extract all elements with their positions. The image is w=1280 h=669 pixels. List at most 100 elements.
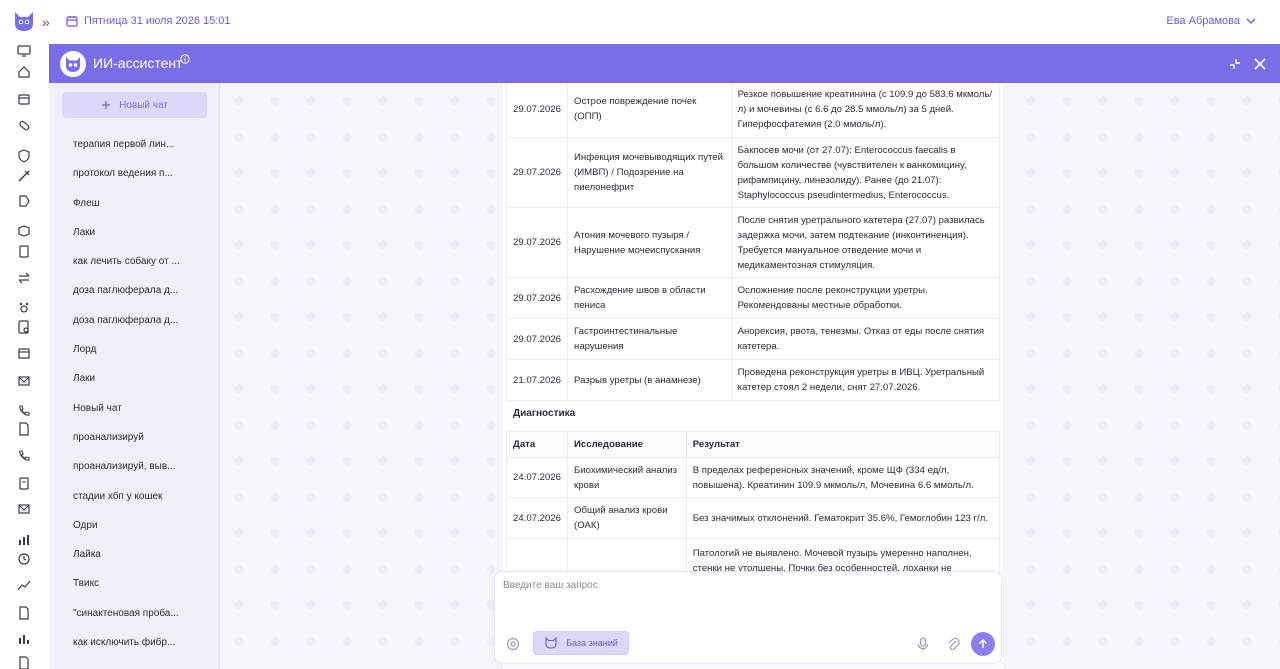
current-date: Пятница 31 июля 2026 15:01 [66,15,231,27]
prompt-input[interactable]: Введите ваш запрос [503,580,598,591]
checklist-icon[interactable] [17,476,31,490]
clipboard-icon[interactable] [17,244,31,258]
page-icon[interactable] [17,656,31,669]
knowledge-base-button[interactable]: База знаний [533,631,629,655]
calendar-icon [66,16,78,27]
chat-item[interactable]: проанализируй [49,423,220,452]
table-row: 29.07.2026 Острое повреждение почек (ОПП… [505,83,1001,138]
diag-study: Общий анализ крови (ОАК) [567,497,687,539]
chat-item[interactable]: Лайка [49,540,220,569]
clock-icon[interactable] [17,552,31,566]
cat-icon [545,637,557,649]
chevron-down-icon [1246,18,1256,24]
problem-desc: Бакпосев мочи (от 27.07): Enterococcus f… [730,137,1001,208]
diag-result: В пределах референсных значений, кроме Щ… [685,457,1001,498]
transfer-icon[interactable] [17,271,31,285]
shield-icon[interactable] [17,149,31,163]
tag-icon[interactable] [17,194,31,208]
table-row: 21.07.2026 Разрыв уретры (в анамнезе) Пр… [505,359,1001,401]
box-icon[interactable] [17,224,31,238]
problem-desc: Осложнение после реконструкции уретры. Р… [730,277,1001,319]
chat-item[interactable]: как исключить фибр... [49,628,220,657]
chat-item[interactable]: Лаки [49,218,220,247]
home-icon[interactable] [17,65,31,79]
chat-item[interactable]: Новый чат [49,394,220,423]
chat-item[interactable]: доза паглюферала д... [49,276,220,305]
chat-item[interactable]: Лаки [49,364,220,393]
problem-date: 29.07.2026 [505,207,569,278]
report-icon[interactable] [17,606,31,620]
syringe-icon[interactable] [17,169,31,183]
plus-icon [102,101,111,109]
diag-date: 24.07.2026 [505,457,569,498]
envelope-icon[interactable] [17,502,31,516]
phone-icon[interactable] [17,404,31,418]
header-study: Исследование [567,431,687,458]
table-row: 29.07.2026 Атония мочевого пузыря / Нару… [505,207,1001,278]
chat-item[interactable]: Твикс [49,569,220,598]
diagnostics-table: Дата Исследование Результат 24.07.2026 Б… [505,431,1001,584]
chat-item[interactable]: проанализируй, выв... [49,452,220,481]
problem-date: 29.07.2026 [505,137,569,208]
problems-table: 29.07.2026 Острое повреждение почек (ОПП… [505,83,1001,401]
date-text: Пятница 31 июля 2026 15:01 [84,15,231,27]
table-row: 29.07.2026 Гастроинтестинальные нарушени… [505,318,1001,360]
problem-date: 29.07.2026 [505,83,569,138]
prompt-composer: Введите ваш запрос База знаний [494,571,1002,664]
arrow-up-icon [978,638,988,648]
file-icon[interactable] [17,422,31,436]
pills-icon[interactable] [17,119,31,133]
problem-desc: Анорексия, рвота, тенезмы. Отказ от еды … [730,318,1001,360]
chat-main-area: 29.07.2026 Острое повреждение почек (ОПП… [221,83,1280,669]
stats-icon[interactable] [17,632,31,646]
chat-item[interactable]: стадии хбп у кошек [49,482,220,511]
header-date: Дата [505,431,569,458]
assistant-avatar [60,51,86,77]
info-icon[interactable] [180,54,190,64]
app-logo[interactable] [12,10,36,32]
expand-sidebar-icon[interactable]: » [42,14,50,30]
problem-date: 21.07.2026 [505,359,569,401]
problem-name: Гастроинтестинальные нарушения [567,318,732,360]
chat-item[interactable]: Флеш [49,189,220,218]
calendar-nav-icon[interactable] [17,92,31,106]
bar-chart-icon[interactable] [17,533,31,547]
paw-icon[interactable] [17,300,31,314]
chat-item[interactable]: доза паглюферала д... [49,306,220,335]
diagnostics-heading: Диагностика [513,408,576,419]
monitor-icon[interactable] [17,44,31,58]
problem-name: Разрыв уретры (в анамнезе) [567,359,732,401]
chat-item[interactable]: протокол ведения п... [49,159,220,188]
chat-item[interactable]: терапия первой лин... [49,130,220,159]
problem-name: Расхождение швов в области пениса [567,277,732,319]
new-chat-button[interactable]: Новый чат [62,92,207,118]
diag-date: 24.07.2026 [505,497,569,539]
document-search-icon[interactable] [17,320,31,334]
archive-icon[interactable] [17,346,31,360]
nav-rail [0,44,49,669]
header-result: Результат [685,431,1001,458]
line-chart-icon[interactable] [17,579,31,593]
close-icon[interactable] [1252,56,1268,72]
chat-item[interactable]: Лорд [49,335,220,364]
collapse-icon[interactable] [1227,56,1243,72]
user-menu[interactable]: Ева Абрамова [1166,15,1256,27]
problem-desc: Резкое повышение креатинина (с 109.9 до … [730,83,1001,138]
chat-item[interactable]: как лечить собаку от ... [49,247,220,276]
table-header-row: Дата Исследование Результат [505,431,1001,458]
chat-item[interactable]: Одри [49,511,220,540]
chat-item[interactable]: "синактеновая проба... [49,599,220,628]
problem-desc: Проведена реконструкция уретры в ИВЦ. Ур… [730,359,1001,401]
assistant-window: ИИ-ассистент Новый чат терапия первой ли… [49,44,1280,669]
microphone-icon[interactable] [916,636,930,652]
mail-icon[interactable] [17,374,31,388]
diag-study: Биохимический анализ крови [567,457,687,498]
diag-result: Без значимых отклонений. Гематокрит 35.6… [685,497,1001,539]
phone-call-icon[interactable] [17,449,31,463]
table-row: 29.07.2026 Расхождение швов в области пе… [505,277,1001,319]
send-button[interactable] [971,632,995,656]
settings-icon[interactable] [505,636,521,652]
attachment-icon[interactable] [946,636,960,652]
problem-date: 29.07.2026 [505,277,569,319]
table-row: 24.07.2026 Общий анализ крови (ОАК) Без … [505,497,1001,539]
